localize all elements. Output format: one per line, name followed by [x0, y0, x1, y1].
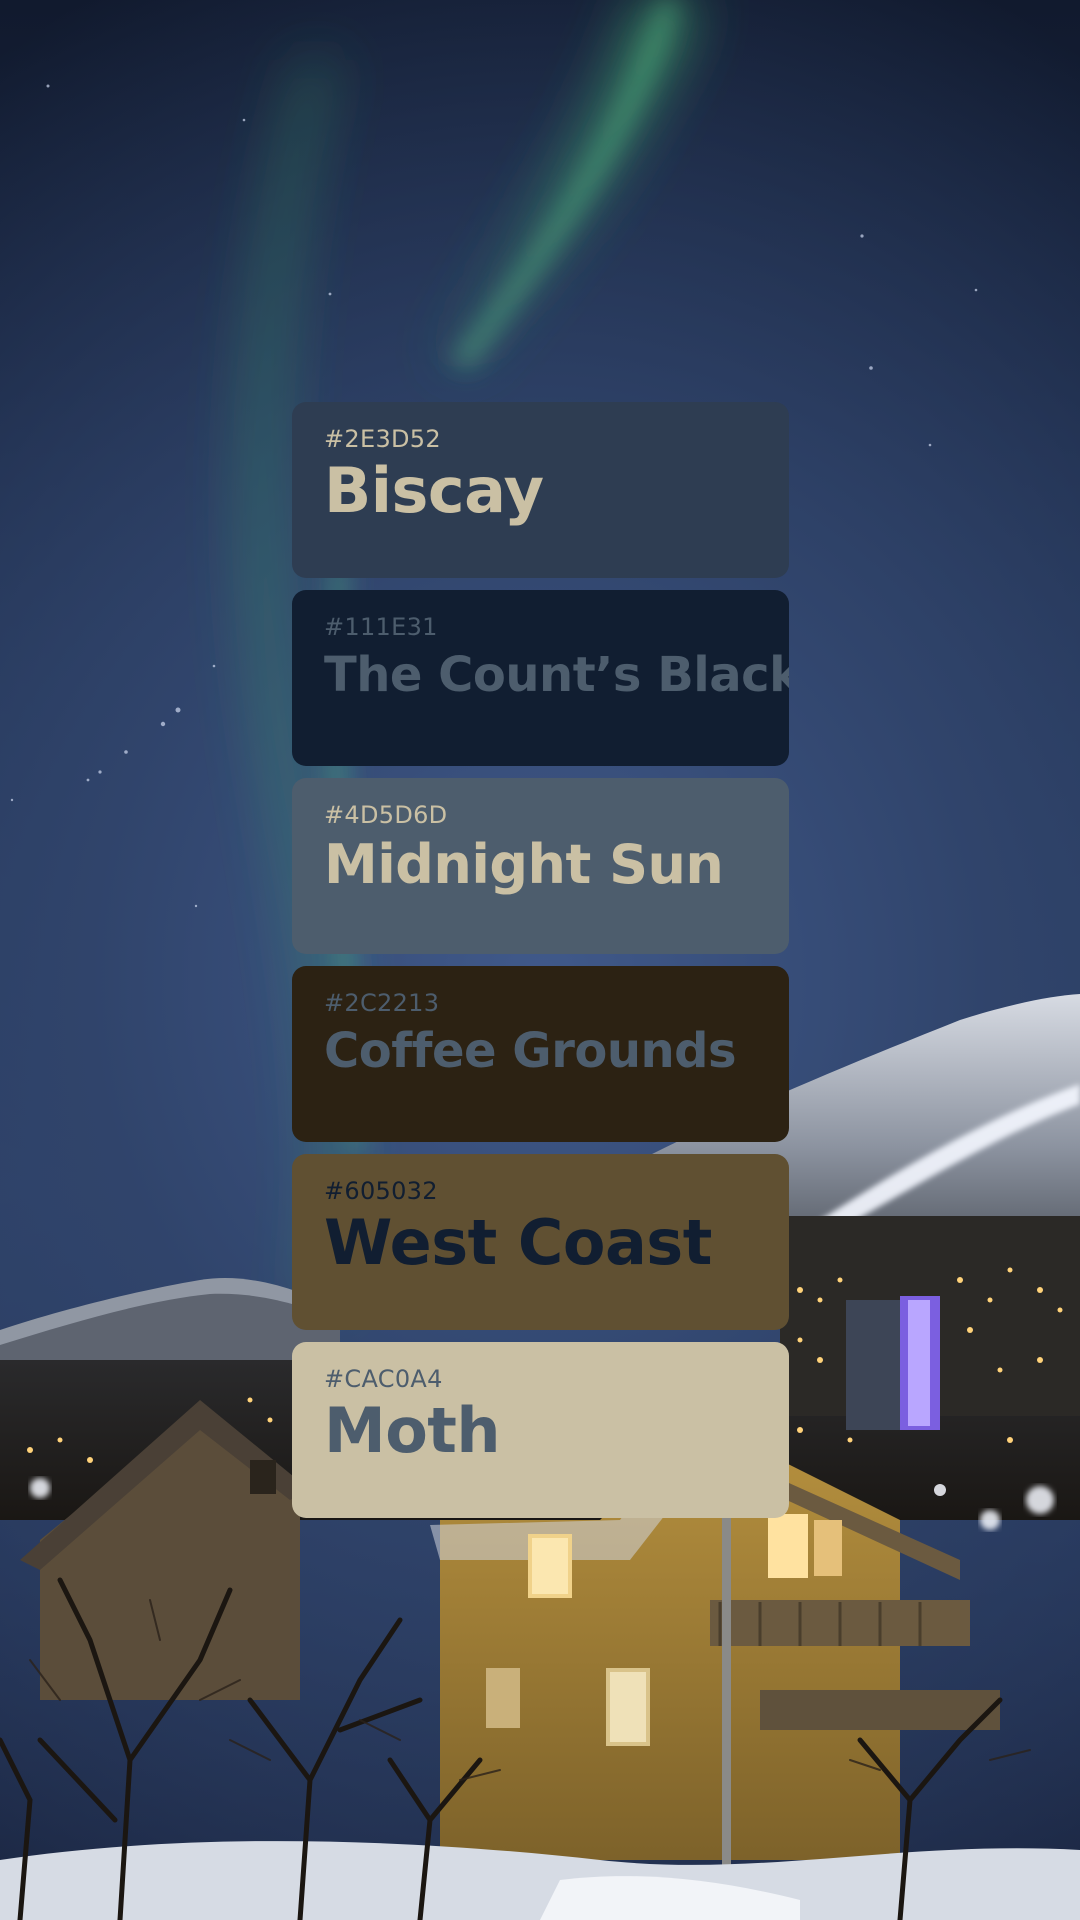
swatch-hex-code: #4D5D6D — [324, 801, 448, 829]
swatch-color-name: Moth — [324, 1394, 501, 1467]
swatch-hex-code: #111E31 — [324, 613, 438, 641]
swatch-color-name: The Count’s Black — [324, 647, 789, 703]
swatch-color-name: West Coast — [324, 1206, 712, 1279]
swatch-hex-code: #2E3D52 — [324, 425, 441, 453]
swatch-hex-code: #2C2213 — [324, 989, 440, 1017]
swatch-coffee-grounds[interactable]: #2C2213 Coffee Grounds — [292, 966, 789, 1142]
swatch-hex-code: #CAC0A4 — [324, 1365, 443, 1393]
swatch-west-coast[interactable]: #605032 West Coast — [292, 1154, 789, 1330]
swatch-moth[interactable]: #CAC0A4 Moth — [292, 1342, 789, 1518]
color-palette: #2E3D52 Biscay #111E31 The Count’s Black… — [292, 402, 789, 1530]
swatch-midnight-sun[interactable]: #4D5D6D Midnight Sun — [292, 778, 789, 954]
swatch-hex-code: #605032 — [324, 1177, 438, 1205]
swatch-color-name: Coffee Grounds — [324, 1023, 737, 1079]
swatch-biscay[interactable]: #2E3D52 Biscay — [292, 402, 789, 578]
swatch-the-counts-black[interactable]: #111E31 The Count’s Black — [292, 590, 789, 766]
swatch-color-name: Midnight Sun — [324, 833, 724, 896]
wallpaper-screen: #2E3D52 Biscay #111E31 The Count’s Black… — [0, 0, 1080, 1920]
swatch-color-name: Biscay — [324, 454, 544, 527]
